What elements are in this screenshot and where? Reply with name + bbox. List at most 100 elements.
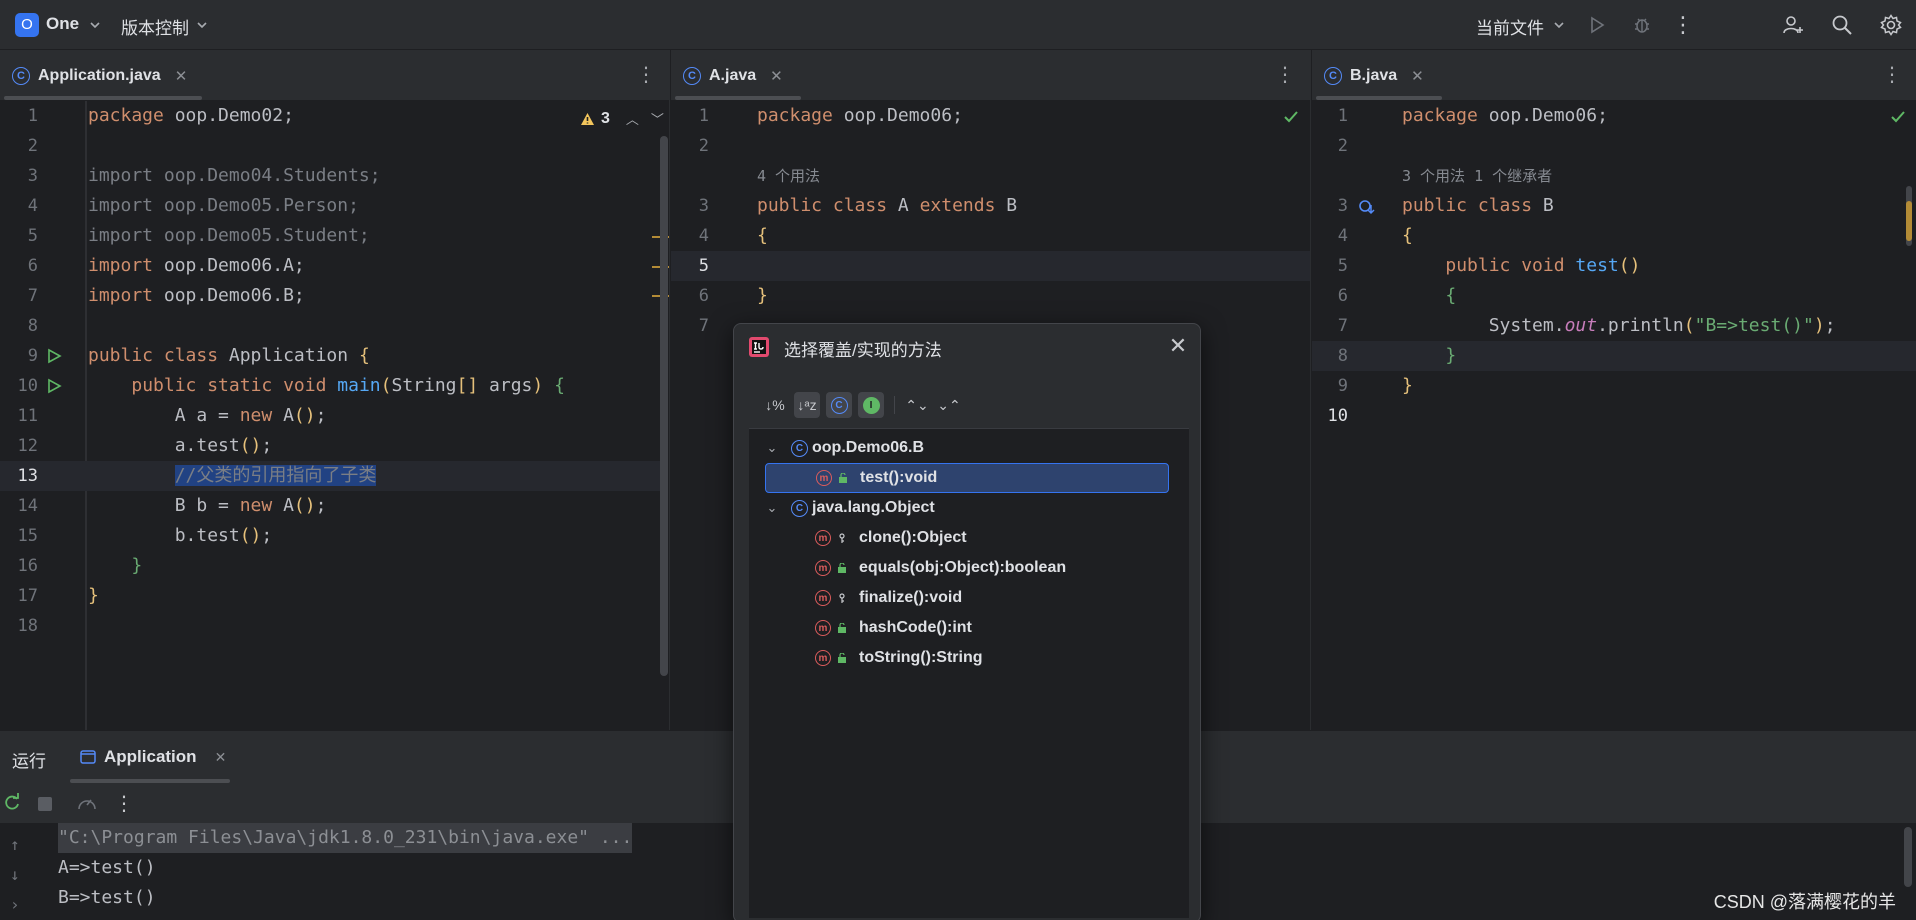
show-interfaces-icon[interactable]: I (858, 392, 884, 418)
arrow-up-icon[interactable]: ↑ (10, 835, 20, 854)
close-icon[interactable]: ✕ (1411, 67, 1424, 85)
line-number[interactable]: 8 (0, 311, 38, 341)
line-number[interactable]: 8 (1312, 341, 1348, 371)
line-number[interactable]: 4 (0, 191, 38, 221)
line-number[interactable]: 6 (0, 251, 38, 281)
tree-method-row[interactable]: m finalize():void (749, 583, 1189, 613)
close-icon[interactable]: ✕ (175, 67, 188, 85)
line-number[interactable]: 3 (1312, 191, 1348, 221)
expand-all-icon[interactable]: ⌃⌄ (904, 392, 930, 418)
chevron-down-icon[interactable] (1544, 10, 1574, 40)
line-number[interactable]: 3 (0, 161, 38, 191)
tab-b-java[interactable]: C B.java ✕ (1312, 50, 1424, 101)
gear-icon[interactable] (1876, 10, 1906, 40)
project-badge[interactable]: O (15, 13, 39, 37)
line-number[interactable]: 3 (671, 191, 709, 221)
code-line-14: B b = new A(); (88, 495, 327, 516)
run-main-icon[interactable] (46, 378, 62, 398)
rerun-icon[interactable] (2, 793, 22, 818)
project-name[interactable]: One (46, 14, 79, 34)
line-number[interactable]: 13 (0, 461, 38, 491)
sort-alphabetically-icon[interactable]: ↓ᵃz (794, 392, 820, 418)
vcs-menu[interactable]: 版本控制 (121, 14, 189, 39)
line-number[interactable]: 1 (671, 101, 709, 131)
line-number[interactable]: 5 (671, 251, 709, 281)
check-icon[interactable] (1283, 109, 1299, 128)
line-number[interactable]: 5 (0, 221, 38, 251)
check-icon[interactable] (1890, 109, 1906, 128)
line-number[interactable]: 2 (671, 131, 709, 161)
close-icon[interactable]: ✕ (1166, 334, 1190, 358)
implemented-icon[interactable] (1358, 199, 1376, 219)
tree-method-row[interactable]: m equals(obj:Object):boolean (749, 553, 1189, 583)
line-number[interactable]: 5 (1312, 251, 1348, 281)
line-number[interactable]: 17 (0, 581, 38, 611)
stop-icon[interactable] (38, 797, 52, 811)
show-classes-icon[interactable]: C (826, 392, 852, 418)
more-icon[interactable]: ⋮ (1668, 10, 1698, 40)
close-icon[interactable]: ✕ (770, 67, 783, 85)
more-icon[interactable]: ⋮ (1275, 64, 1295, 86)
line-number[interactable]: 12 (0, 431, 38, 461)
tab-application-run[interactable]: Application ✕ (66, 731, 226, 783)
chevron-down-icon[interactable]: ⌄ (765, 440, 779, 456)
chevron-up-icon[interactable]: ︿ (626, 109, 639, 128)
line-number[interactable]: 7 (1312, 311, 1348, 341)
line-number[interactable]: 1 (0, 101, 38, 131)
search-icon[interactable] (1827, 10, 1857, 40)
line-number[interactable]: 10 (1312, 401, 1348, 431)
tree-method-row[interactable]: m clone():Object (749, 523, 1189, 553)
line-number[interactable]: 2 (1312, 131, 1348, 161)
line-number[interactable]: 2 (0, 131, 38, 161)
inspection-widget[interactable]: 3 ︿ ﹀ (580, 109, 664, 128)
code-editor[interactable]: 1 2 3 4 5 6 7 8 9 10 package oop.Demo06; 3 个用法 1 … (1312, 101, 1916, 730)
tree-method-row[interactable]: m hashCode():int (749, 613, 1189, 643)
coverage-icon[interactable] (76, 793, 98, 818)
usages-hint[interactable]: 4 个用法 (757, 161, 820, 191)
tree-group-row[interactable]: ⌄ C java.lang.Object (749, 493, 1189, 523)
run-icon[interactable] (1582, 10, 1612, 40)
chevron-down-icon[interactable]: ﹀ (651, 109, 664, 128)
line-number[interactable]: 4 (671, 221, 709, 251)
tree-group-row[interactable]: ⌄ C oop.Demo06.B (749, 433, 1189, 463)
chevron-right-icon[interactable]: › (10, 895, 20, 914)
line-number[interactable]: 9 (1312, 371, 1348, 401)
add-user-icon[interactable] (1778, 10, 1808, 40)
debug-icon[interactable] (1627, 10, 1657, 40)
vertical-scrollbar[interactable] (1904, 827, 1912, 887)
code-editor[interactable]: 1 2 3 4 5 6 7 8 9 10 11 12 13 14 15 16 17 18 package oop.… (0, 101, 669, 730)
chevron-down-icon[interactable] (80, 10, 110, 40)
line-number[interactable]: 4 (1312, 221, 1348, 251)
line-number[interactable]: 1 (1312, 101, 1348, 131)
line-number[interactable]: 15 (0, 521, 38, 551)
line-number[interactable]: 11 (0, 401, 38, 431)
close-icon[interactable]: ✕ (215, 749, 227, 766)
run-config-selector[interactable]: 当前文件 (1476, 14, 1544, 39)
line-number[interactable]: 7 (0, 281, 38, 311)
more-icon[interactable]: ⋮ (114, 791, 134, 816)
usages-hint[interactable]: 3 个用法 1 个继承者 (1402, 161, 1552, 191)
line-number[interactable]: 16 (0, 551, 38, 581)
line-number[interactable]: 14 (0, 491, 38, 521)
tree-method-row[interactable]: m toString():String (749, 643, 1189, 673)
chevron-down-icon[interactable] (187, 10, 217, 40)
line-number[interactable]: 9 (0, 341, 38, 371)
method-tree: ⌄ C oop.Demo06.B m test():void ⌄ C java.… (749, 428, 1189, 918)
tab-application-java[interactable]: C Application.java ✕ (0, 50, 187, 101)
arrow-down-icon[interactable]: ↓ (10, 865, 20, 884)
line-number[interactable]: 7 (671, 311, 709, 341)
more-icon[interactable]: ⋮ (1882, 64, 1902, 86)
tree-method-row[interactable]: m test():void (765, 463, 1169, 493)
chevron-down-icon[interactable]: ⌄ (765, 500, 779, 516)
line-number[interactable]: 6 (1312, 281, 1348, 311)
tab-a-java[interactable]: C A.java ✕ (671, 50, 783, 101)
code-line-3: public class B (1402, 195, 1554, 216)
collapse-all-icon[interactable]: ⌄⌃ (936, 392, 962, 418)
line-number[interactable]: 10 (0, 371, 38, 401)
vertical-scrollbar[interactable] (660, 136, 668, 676)
line-number[interactable]: 18 (0, 611, 38, 641)
sort-by-visibility-icon[interactable]: ↓% (762, 392, 788, 418)
more-icon[interactable]: ⋮ (636, 64, 656, 86)
run-class-icon[interactable] (46, 348, 62, 368)
line-number[interactable]: 6 (671, 281, 709, 311)
